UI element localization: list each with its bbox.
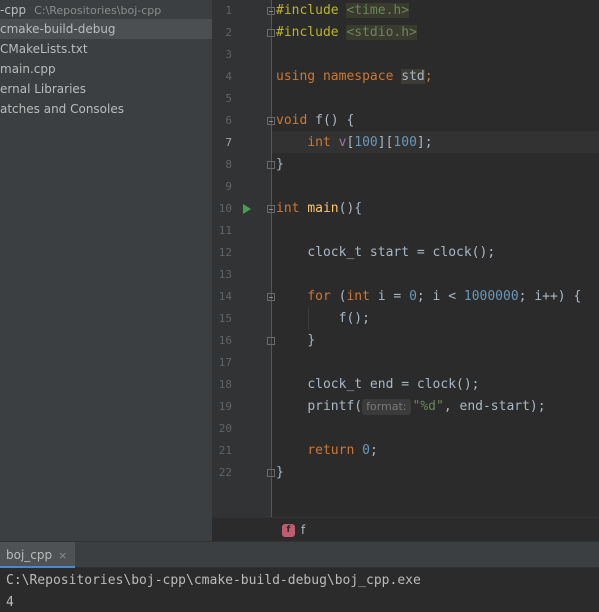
fold-icon[interactable]: [267, 469, 275, 477]
code-line-21: return 0;: [307, 443, 378, 458]
code-line-1: #include <time.h>: [276, 3, 410, 18]
line-number: 7: [225, 136, 232, 149]
line-number: 5: [225, 92, 232, 105]
parameter-hint: format:: [362, 399, 411, 415]
code-line-8: }: [276, 157, 284, 172]
tree-item-label: -cpp: [0, 3, 27, 17]
console-output-line: 4: [6, 595, 14, 610]
tree-item-project-root[interactable]: -cpp C:\Repositories\boj-cpp: [0, 0, 212, 20]
code-line-6: void f() {: [276, 113, 355, 128]
fold-icon[interactable]: [267, 205, 275, 213]
tree-item-label: ernal Libraries: [0, 82, 87, 96]
run-icon[interactable]: [243, 204, 251, 214]
tree-item-main-cpp[interactable]: main.cpp: [0, 59, 212, 79]
gutter-divider: [271, 0, 272, 517]
line-number: 2: [225, 26, 232, 39]
code-line-14: for (int i = 0; i < 1000000; i++) {: [307, 289, 582, 304]
close-icon[interactable]: ×: [58, 549, 67, 562]
function-icon: f: [282, 524, 295, 537]
line-number: 17: [218, 356, 232, 369]
code-line-12: clock_t start = clock();: [307, 245, 496, 260]
code-line-10: int main(){: [276, 201, 363, 216]
line-number: 21: [218, 444, 232, 457]
console-output-line: C:\Repositories\boj-cpp\cmake-build-debu…: [6, 573, 421, 588]
breadcrumb-label[interactable]: f: [301, 523, 305, 537]
tree-item-label: CMakeLists.txt: [0, 42, 88, 56]
fold-icon[interactable]: [267, 7, 275, 15]
code-line-19: printf(format: "%d", end-start);: [307, 399, 546, 415]
fold-icon[interactable]: [267, 29, 275, 37]
run-tool-window: boj_cpp × C:\Repositories\boj-cpp\cmake-b…: [0, 541, 599, 612]
tree-item-cmake-build-debug[interactable]: cmake-build-debug: [0, 19, 212, 39]
line-number: 12: [218, 246, 232, 259]
code-editor[interactable]: 1 2 3 4 5 6 7 8 9 10 11 12 13 14 15 16 1…: [212, 0, 599, 517]
run-tab-boj-cpp[interactable]: boj_cpp ×: [0, 542, 76, 568]
line-number: 14: [218, 290, 232, 303]
tree-item-label: cmake-build-debug: [0, 22, 116, 36]
project-tree: -cpp C:\Repositories\boj-cpp cmake-build-…: [0, 0, 212, 541]
line-number: 6: [225, 114, 232, 127]
line-number: 13: [218, 268, 232, 281]
fold-icon[interactable]: [267, 337, 275, 345]
line-number: 8: [225, 158, 232, 171]
code-line-16: }: [307, 333, 316, 348]
line-number: 4: [225, 70, 232, 83]
code-line-4: using namespace std;: [276, 69, 433, 84]
line-number: 19: [218, 400, 232, 413]
breadcrumb[interactable]: f f: [212, 517, 599, 541]
line-number: 11: [218, 224, 232, 237]
code-line-7: int v[100][100];: [307, 135, 433, 150]
line-number: 3: [225, 48, 232, 61]
fold-icon[interactable]: [267, 293, 275, 301]
tree-item-cmakelists[interactable]: CMakeLists.txt: [0, 39, 212, 59]
tree-item-label: atches and Consoles: [0, 102, 124, 116]
fold-icon[interactable]: [267, 161, 275, 169]
tree-item-label: main.cpp: [0, 62, 56, 76]
line-number: 22: [218, 466, 232, 479]
tree-item-scratches-consoles[interactable]: atches and Consoles: [0, 99, 212, 119]
tree-item-external-libraries[interactable]: ernal Libraries: [0, 79, 212, 99]
fold-icon[interactable]: [267, 117, 275, 125]
line-number: 15: [218, 312, 232, 325]
line-number: 1: [225, 4, 232, 17]
line-number: 18: [218, 378, 232, 391]
line-number: 9: [225, 180, 232, 193]
code-line-2: #include <stdio.h>: [276, 25, 417, 40]
code-line-18: clock_t end = clock();: [307, 377, 480, 392]
code-line-15: f();: [338, 311, 370, 326]
run-tab-bar: boj_cpp ×: [0, 542, 599, 568]
code-line-22: }: [276, 465, 284, 480]
run-tab-label: boj_cpp: [6, 548, 53, 562]
line-number: 10: [218, 202, 232, 215]
line-number: 20: [218, 422, 232, 435]
line-number: 16: [218, 334, 232, 347]
project-path-hint: C:\Repositories\boj-cpp: [34, 4, 162, 17]
